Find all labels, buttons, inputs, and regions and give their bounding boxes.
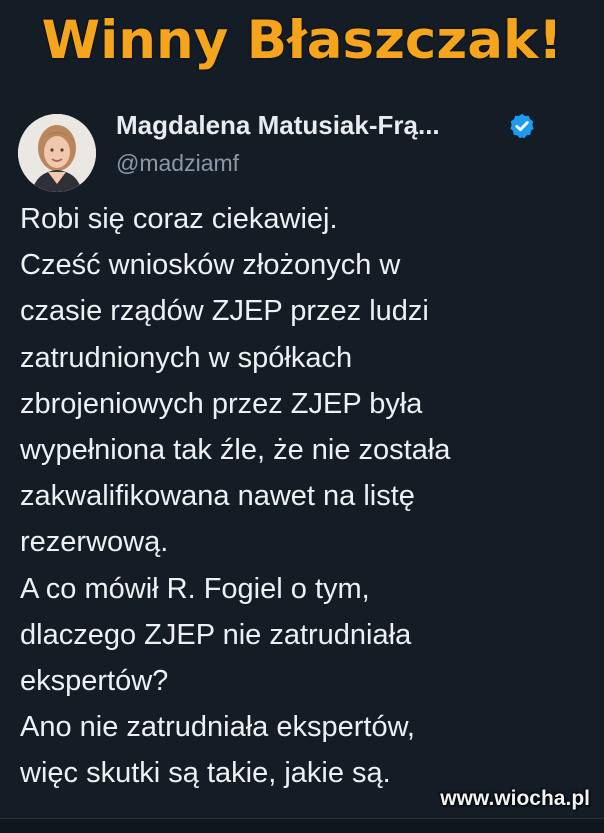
tweet-line: czasie rządów ZJEP przez ludzi [20, 295, 429, 328]
tweet-line: Robi się coraz ciekawiej. [20, 203, 338, 235]
tweet-text: Robi się coraz ciekawiej. Cześć wniosków… [20, 196, 590, 797]
tweet-line: zbrojeniowych przez ZJEP była [20, 387, 423, 420]
tweet-line: dlaczego ZJEP nie zatrudniała [20, 618, 412, 651]
tweet-line: ekspertów? [20, 665, 169, 698]
tweet-line: zakwalifikowana nawet na listę [20, 480, 415, 513]
tweet-line: Ano nie zatrudniała ekspertów, [20, 711, 415, 744]
tweet-line: rezerwową. [20, 526, 169, 559]
tweet-line: zatrudnionych w spółkach [20, 341, 353, 374]
tweet-line: wypełniona tak źle, że nie została [20, 434, 451, 467]
headline: Winny Błaszczak! [41, 10, 563, 71]
tweet-line: Cześć wniosków złożonych w [20, 249, 401, 282]
author-handle[interactable]: @madziamf [116, 150, 239, 177]
author-name[interactable]: Magdalena Matusiak-Frą... [116, 110, 440, 141]
watermark: www.wiocha.pl [440, 787, 590, 810]
verified-badge-icon [510, 113, 534, 139]
bottom-edge [0, 818, 604, 833]
tweet-header: Magdalena Matusiak-Frą... @madziamf [18, 110, 588, 192]
avatar[interactable] [18, 114, 96, 192]
avatar-photo [18, 114, 96, 192]
tweet-line: A co mówił R. Fogiel o tym, [20, 572, 370, 605]
